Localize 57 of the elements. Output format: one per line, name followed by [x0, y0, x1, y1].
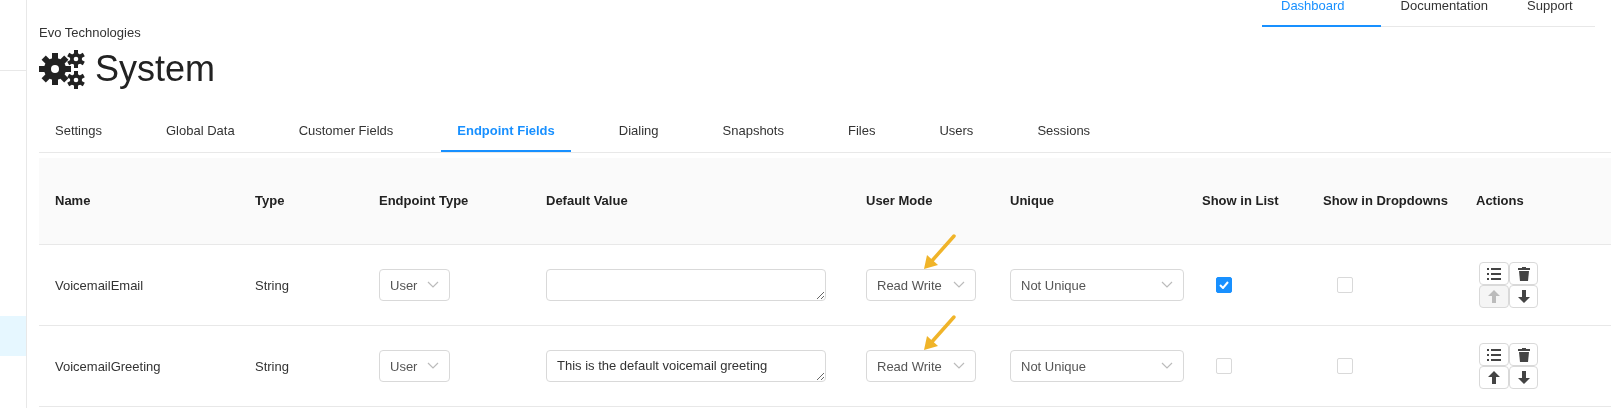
- list-button[interactable]: [1479, 262, 1509, 285]
- delete-button[interactable]: [1509, 343, 1538, 366]
- column-header: Show in List: [1186, 158, 1307, 245]
- endpoint-type-select[interactable]: User: [379, 269, 450, 301]
- tab[interactable]: Customer Fields: [282, 114, 410, 152]
- column-header: User Mode: [850, 158, 994, 245]
- list-icon: [1487, 348, 1501, 361]
- tab[interactable]: Files: [831, 114, 892, 152]
- chevron-down-icon: [1161, 281, 1173, 289]
- delete-button[interactable]: [1509, 262, 1538, 285]
- column-header: Name: [39, 158, 239, 245]
- check-icon: [1219, 281, 1229, 289]
- tab[interactable]: Global Data: [150, 114, 251, 152]
- tab[interactable]: Snapshots: [706, 114, 800, 152]
- move-down-button[interactable]: [1509, 366, 1538, 389]
- chevron-down-icon: [953, 362, 965, 370]
- field-name: VoicemailGreeting: [55, 358, 161, 374]
- tab[interactable]: Users: [923, 114, 990, 152]
- trash-icon: [1517, 347, 1530, 362]
- chevron-down-icon: [953, 281, 965, 289]
- user-mode-select[interactable]: Read Write: [866, 350, 976, 382]
- tab[interactable]: Settings: [39, 114, 118, 152]
- field-type: String: [255, 277, 289, 293]
- chevron-down-icon: [427, 281, 439, 289]
- tab[interactable]: Dialing: [602, 114, 675, 152]
- tab[interactable]: Sessions: [1021, 114, 1107, 152]
- column-header: Show in Dropdowns: [1307, 158, 1460, 245]
- field-name: VoicemailEmail: [55, 277, 144, 293]
- column-header: Unique: [994, 158, 1186, 245]
- field-type: String: [255, 358, 289, 374]
- nav-link[interactable]: Documentation: [1380, 0, 1508, 27]
- nav-link[interactable]: Support: [1507, 0, 1592, 27]
- default-value-field[interactable]: [546, 269, 826, 301]
- user-mode-select[interactable]: Read Write: [866, 269, 976, 301]
- arrow-down-icon: [1517, 371, 1530, 384]
- move-up-button[interactable]: [1479, 366, 1509, 389]
- list-button[interactable]: [1479, 343, 1509, 366]
- arrow-up-icon: [1488, 371, 1500, 384]
- column-header: Actions: [1460, 158, 1611, 245]
- endpoint-type-select[interactable]: User: [379, 350, 450, 382]
- move-down-button[interactable]: [1509, 285, 1538, 308]
- gears-icon: [39, 49, 87, 89]
- page-title: System: [95, 48, 216, 90]
- column-header: Endpoint Type: [363, 158, 530, 245]
- trash-icon: [1517, 266, 1530, 281]
- default-value-field[interactable]: This is the default voicemail greeting: [546, 350, 826, 382]
- arrow-up-icon: [1488, 290, 1500, 303]
- organization-name: Evo Technologies: [39, 24, 142, 42]
- unique-select[interactable]: Not Unique: [1010, 269, 1184, 301]
- column-header: Default Value: [530, 158, 850, 245]
- checkbox[interactable]: [1216, 277, 1232, 293]
- chevron-down-icon: [427, 362, 439, 370]
- arrow-down-icon: [1517, 290, 1530, 303]
- column-header: Type: [239, 158, 363, 245]
- unique-select[interactable]: Not Unique: [1010, 350, 1184, 382]
- chevron-down-icon: [1161, 362, 1173, 370]
- list-icon: [1487, 267, 1501, 280]
